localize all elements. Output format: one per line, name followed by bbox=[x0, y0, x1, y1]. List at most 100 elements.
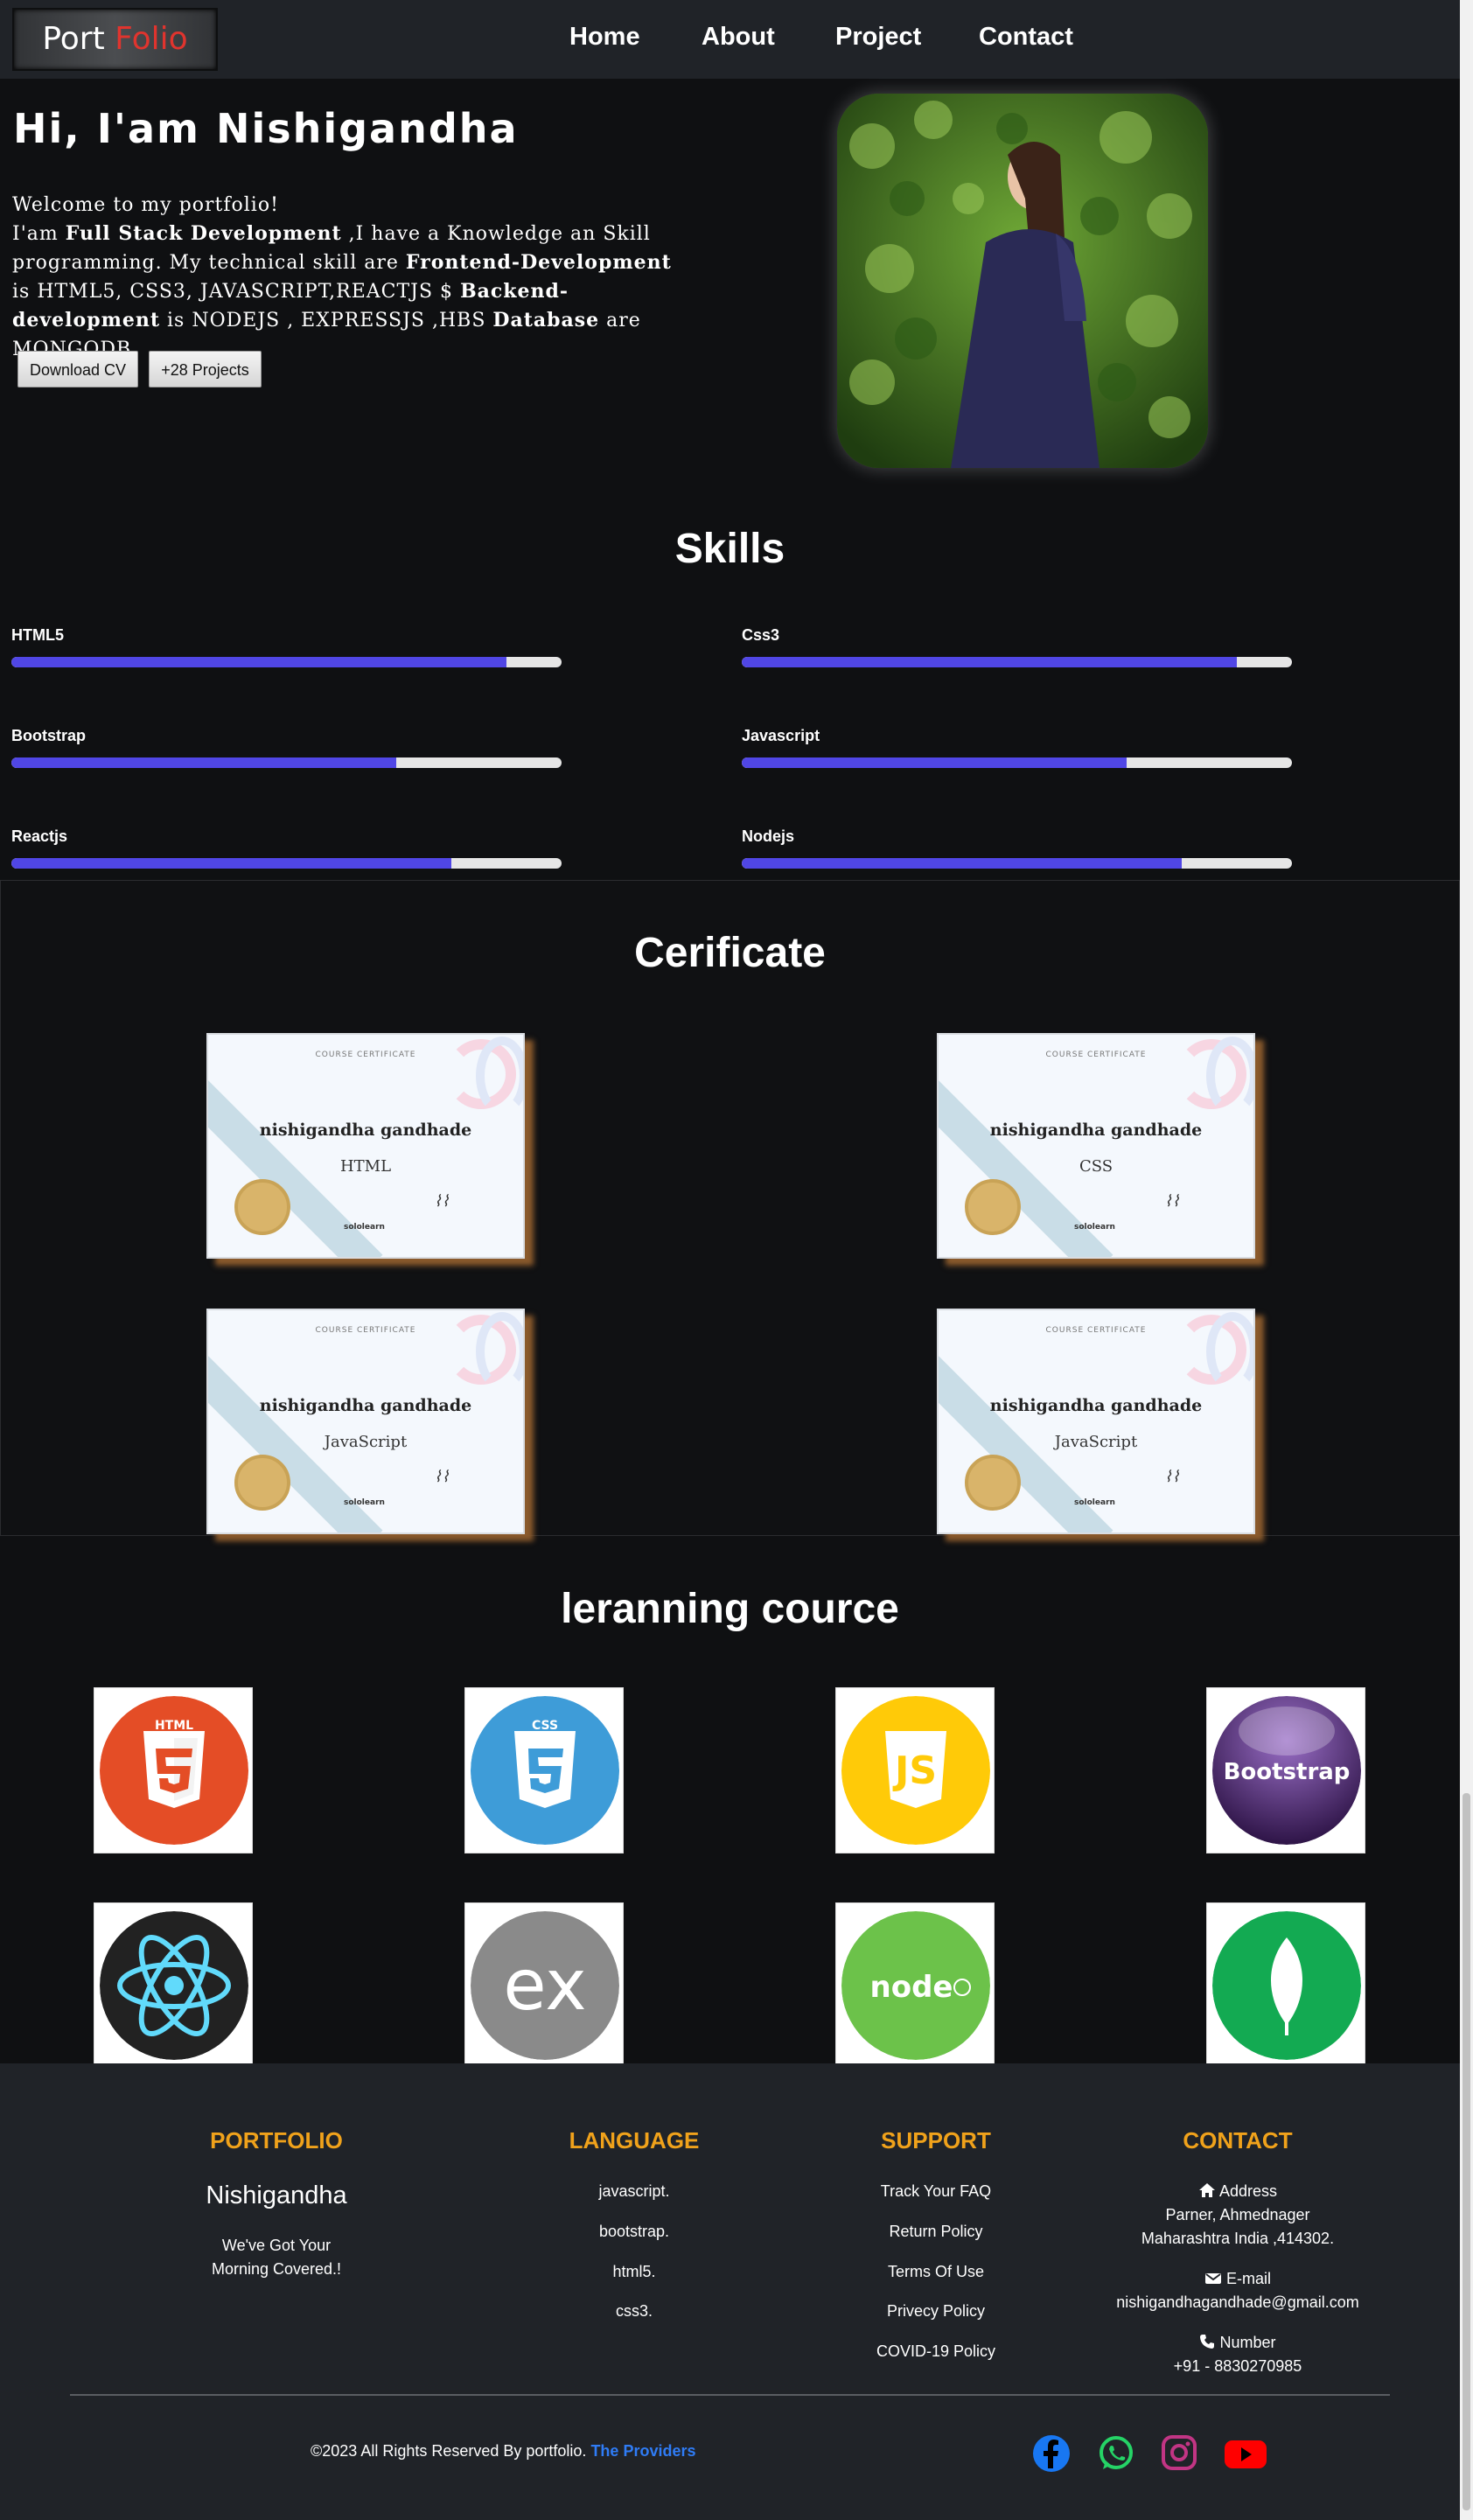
skill-bar-javascript bbox=[742, 757, 1292, 768]
course-card-mongodb[interactable] bbox=[1206, 1902, 1365, 2069]
whatsapp-icon[interactable] bbox=[1093, 2433, 1139, 2474]
footer-number-label: Number bbox=[1106, 2334, 1369, 2352]
phone-icon bbox=[1200, 2335, 1215, 2349]
certificate-heading: COURSE CERTIFICATE bbox=[1045, 1051, 1147, 1059]
email-label-text: E-mail bbox=[1226, 2270, 1272, 2287]
certificate-card-javascript[interactable]: COURSE CERTIFICATE nishigandha gandhade … bbox=[206, 1309, 525, 1534]
bootstrap-icon: Bootstrap bbox=[1212, 1696, 1361, 1845]
course-card-html5[interactable]: HTML bbox=[94, 1687, 253, 1853]
sololearn-logo: sololearn bbox=[344, 1498, 385, 1507]
html5-icon-text: HTML bbox=[155, 1719, 193, 1733]
footer-tagline-2: Morning Covered.! bbox=[211, 2260, 342, 2278]
javascript-icon-text: JS bbox=[892, 1749, 937, 1793]
footer-support-return[interactable]: Return Policy bbox=[831, 2223, 1041, 2241]
projects-button[interactable]: +28 Projects bbox=[149, 351, 262, 387]
certificate-heading: COURSE CERTIFICATE bbox=[1045, 1326, 1147, 1335]
nav-contact[interactable]: Contact bbox=[979, 23, 1073, 52]
footer-email-label: E-mail bbox=[1106, 2270, 1369, 2288]
skill-label-html5: HTML5 bbox=[11, 626, 64, 644]
certificate-name: nishigandha gandhade bbox=[259, 1396, 472, 1415]
home-icon bbox=[1198, 2183, 1215, 2197]
mongodb-icon bbox=[1212, 1911, 1361, 2060]
footer-tagline-1: We've Got Your bbox=[221, 2237, 332, 2254]
certificate-title: Cerificate bbox=[634, 930, 826, 976]
seal-icon bbox=[965, 1455, 1021, 1511]
instagram-icon[interactable] bbox=[1156, 2433, 1202, 2474]
skill-fill-html5 bbox=[11, 657, 507, 667]
footer-heading-contact: CONTACT bbox=[1183, 2127, 1293, 2154]
seal-icon bbox=[234, 1455, 290, 1511]
seal-icon bbox=[965, 1179, 1021, 1235]
logo-text-folio: Folio bbox=[115, 21, 188, 57]
signature-icon: ⌇⌇ bbox=[1164, 1468, 1180, 1486]
skill-fill-css3 bbox=[742, 657, 1238, 667]
footer-support-terms[interactable]: Terms Of Use bbox=[831, 2263, 1041, 2281]
skill-fill-nodejs bbox=[742, 858, 1183, 869]
skill-label-css3: Css3 bbox=[742, 626, 780, 644]
skill-bar-bootstrap bbox=[11, 757, 562, 768]
express-icon: ex bbox=[471, 1911, 619, 2060]
react-icon bbox=[100, 1911, 248, 2060]
copyright-text: ©2023 All Rights Reserved By portfolio. bbox=[311, 2442, 587, 2460]
footer-email[interactable]: nishigandhagandhade@gmail.com bbox=[1106, 2293, 1369, 2312]
certificate-course: HTML bbox=[339, 1157, 392, 1176]
footer-language-html5[interactable]: html5. bbox=[547, 2263, 722, 2281]
course-card-css3[interactable]: CSS bbox=[464, 1687, 624, 1853]
profile-photo bbox=[837, 94, 1208, 468]
course-card-javascript[interactable]: JS bbox=[835, 1687, 995, 1853]
footer-support-faq[interactable]: Track Your FAQ bbox=[831, 2182, 1041, 2201]
certificate-name: nishigandha gandhade bbox=[259, 1120, 472, 1140]
sololearn-logo: sololearn bbox=[1074, 1498, 1115, 1507]
nav-project[interactable]: Project bbox=[835, 23, 921, 52]
certificate-course: JavaScript bbox=[1054, 1433, 1138, 1451]
sololearn-logo: sololearn bbox=[344, 1223, 385, 1232]
scrollbar-thumb[interactable] bbox=[1463, 1793, 1470, 2510]
footer-address-line2: Maharashtra India ,414302. bbox=[1141, 2230, 1335, 2247]
nav-about[interactable]: About bbox=[702, 23, 775, 52]
footer-address-line1: Parner, Ahmednager bbox=[1165, 2206, 1310, 2223]
footer-name: Nishigandha bbox=[206, 2181, 347, 2209]
download-cv-button[interactable]: Download CV bbox=[17, 351, 138, 387]
javascript-icon: JS bbox=[841, 1696, 990, 1845]
course-card-bootstrap[interactable]: Bootstrap bbox=[1206, 1687, 1365, 1853]
certificate-card-css[interactable]: COURSE CERTIFICATE nishigandha gandhade … bbox=[937, 1033, 1255, 1259]
footer-number: +91 - 8830270985 bbox=[1173, 2357, 1302, 2375]
envelope-icon bbox=[1204, 2273, 1221, 2284]
skill-fill-bootstrap bbox=[11, 757, 397, 768]
signature-icon: ⌇⌇ bbox=[434, 1468, 450, 1486]
css3-icon-text: CSS bbox=[532, 1719, 558, 1733]
decor-arc bbox=[476, 1312, 523, 1391]
welcome-line: Welcome to my portfolio! bbox=[12, 194, 279, 216]
providers-link[interactable]: The Providers bbox=[590, 2442, 695, 2460]
address-label-text: Address bbox=[1218, 2182, 1278, 2200]
footer-language-bootstrap[interactable]: bootstrap. bbox=[547, 2223, 722, 2241]
skill-label-reactjs: Reactjs bbox=[11, 827, 68, 845]
decor-arc bbox=[476, 1037, 523, 1115]
nav-home[interactable]: Home bbox=[569, 23, 640, 52]
signature-icon: ⌇⌇ bbox=[434, 1192, 450, 1211]
skill-fill-reactjs bbox=[11, 858, 452, 869]
skill-bar-nodejs bbox=[742, 858, 1292, 869]
skill-bar-css3 bbox=[742, 657, 1292, 667]
certificate-card-javascript-2[interactable]: COURSE CERTIFICATE nishigandha gandhade … bbox=[937, 1309, 1255, 1534]
course-card-nodejs[interactable]: node bbox=[835, 1902, 995, 2069]
footer-support-covid[interactable]: COVID-19 Policy bbox=[831, 2342, 1041, 2361]
footer-language-javascript[interactable]: javascript. bbox=[547, 2182, 722, 2201]
course-card-react[interactable] bbox=[94, 1902, 253, 2069]
seal-icon bbox=[234, 1179, 290, 1235]
certificate-name: nishigandha gandhade bbox=[989, 1120, 1203, 1140]
facebook-icon[interactable] bbox=[1029, 2433, 1074, 2474]
footer-support-privacy[interactable]: Privecy Policy bbox=[831, 2302, 1041, 2321]
decor-arc bbox=[1206, 1037, 1253, 1115]
logo[interactable]: Port Folio bbox=[12, 8, 218, 71]
navbar: Port Folio Home About Project Contact bbox=[0, 0, 1460, 79]
certificate-course: JavaScript bbox=[324, 1433, 408, 1451]
skill-bar-reactjs bbox=[11, 858, 562, 869]
certificate-heading: COURSE CERTIFICATE bbox=[315, 1326, 416, 1335]
certificate-card-html[interactable]: COURSE CERTIFICATE nishigandha gandhade … bbox=[206, 1033, 525, 1259]
course-card-express[interactable]: ex bbox=[464, 1902, 624, 2069]
youtube-icon[interactable] bbox=[1223, 2433, 1268, 2474]
css3-icon: CSS bbox=[471, 1696, 619, 1845]
footer-language-css3[interactable]: css3. bbox=[547, 2302, 722, 2321]
learning-title: leranning cource bbox=[561, 1586, 899, 1632]
